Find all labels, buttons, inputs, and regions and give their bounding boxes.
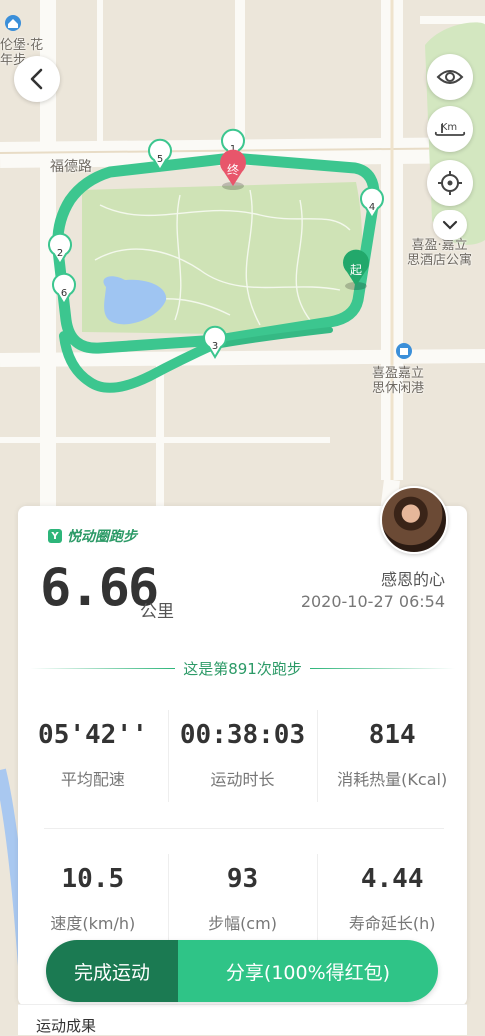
- stat-value: 814: [368, 720, 416, 750]
- back-button[interactable]: [14, 56, 60, 102]
- user-name: 感恩的心: [380, 570, 445, 589]
- stat-value: 93: [226, 864, 259, 894]
- stat-calories: 814 消耗热量(Kcal): [317, 706, 467, 806]
- stat-label: 寿命延长(h): [348, 914, 436, 933]
- distance-unit: 公里: [140, 602, 174, 622]
- toggle-visibility-button[interactable]: [427, 54, 473, 100]
- crosshair-icon: [438, 171, 462, 195]
- poi-leisure-label: 喜盈嘉立 思休闲港: [372, 366, 425, 396]
- stat-label: 消耗热量(Kcal): [337, 770, 448, 789]
- user-avatar[interactable]: [380, 486, 448, 554]
- km-icon: Km: [434, 122, 466, 136]
- stats-row-2: 10.5 速度(km/h) 93 步幅(cm) 4.44 寿命延长(h): [18, 850, 467, 950]
- divider-right: [309, 668, 456, 669]
- stat-life-extension: 4.44 寿命延长(h): [317, 850, 467, 950]
- stat-label: 运动时长: [210, 770, 275, 789]
- stat-value: 00:38:03: [179, 720, 306, 750]
- chevron-left-icon: [30, 68, 43, 90]
- divider-left: [30, 668, 176, 669]
- stat-stride: 93 步幅(cm): [167, 850, 318, 950]
- results-section-title: 运动成果: [36, 1017, 97, 1035]
- stat-label: 平均配速: [60, 770, 125, 789]
- share-button[interactable]: 分享(100%得红包): [178, 940, 438, 1002]
- poi-hotel-label: 喜盈·嘉立 思酒店公寓: [407, 238, 473, 268]
- run-datetime: 2020-10-27 06:54: [300, 592, 445, 611]
- run-count-text: 这是第891次跑步: [183, 660, 302, 678]
- stat-duration: 00:38:03 运动时长: [167, 706, 318, 806]
- app-logo-icon: Y: [48, 529, 62, 543]
- brand-logo: Y 悦动圈跑步: [48, 526, 137, 546]
- locate-button[interactable]: [427, 160, 473, 206]
- stat-label: 速度(km/h): [50, 914, 136, 933]
- expand-controls-button[interactable]: [433, 210, 467, 240]
- stat-label: 步幅(cm): [208, 914, 277, 933]
- finish-workout-button[interactable]: 完成运动: [46, 940, 178, 1002]
- stats-row-1: 05'42'' 平均配速 00:38:03 运动时长 814 消耗热量(Kcal…: [18, 706, 467, 806]
- poi-house-icon: [5, 15, 21, 31]
- stat-speed: 10.5 速度(km/h): [18, 850, 168, 950]
- eye-icon: [436, 70, 464, 84]
- results-section-peek: 运动成果: [18, 1004, 467, 1035]
- run-summary-card: Y 悦动圈跑步 6.66 公里 感恩的心 2020-10-27 06:54 这是…: [18, 506, 467, 1006]
- stat-value: 05'42'': [38, 720, 148, 750]
- run-count-banner: 这是第891次跑步: [30, 658, 456, 679]
- action-bar: 完成运动 分享(100%得红包): [46, 940, 438, 1002]
- poi-building-icon: [396, 343, 412, 359]
- chevron-down-icon: [442, 220, 458, 230]
- road-label: 福德路: [50, 159, 92, 175]
- km-markers-button[interactable]: Km: [427, 106, 473, 152]
- brand-name: 悦动圈跑步: [67, 529, 137, 545]
- stat-value: 4.44: [360, 864, 424, 894]
- stats-divider: [44, 828, 444, 829]
- stat-value: 10.5: [61, 864, 125, 894]
- stat-avg-pace: 05'42'' 平均配速: [18, 706, 168, 806]
- svg-text:Km: Km: [441, 122, 457, 133]
